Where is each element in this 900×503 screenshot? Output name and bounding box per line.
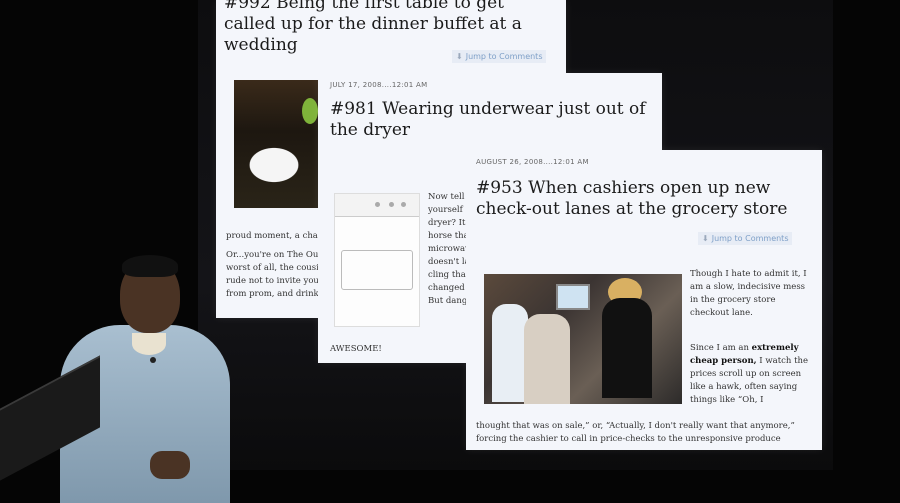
slide-title: #953 When cashiers open up new check-out…	[476, 178, 788, 219]
jump-to-comments-link[interactable]: ⬇ Jump to Comments	[698, 232, 793, 245]
text-line: changed	[428, 283, 465, 293]
jump-to-comments-link[interactable]: ⬇ Jump to Comments	[452, 50, 547, 63]
down-arrow-icon: ⬇	[702, 234, 709, 243]
down-arrow-icon: ⬇	[456, 52, 463, 61]
grocery-checkout-photo	[484, 274, 682, 404]
knob	[389, 202, 394, 207]
washer-door	[341, 250, 413, 290]
jump-label: Jump to Comments	[711, 234, 789, 243]
text-line: cling tha	[428, 270, 466, 280]
text-span: Since I am an	[690, 343, 752, 353]
dinner-table-photo	[234, 80, 320, 208]
lapel-mic-icon	[150, 357, 156, 363]
slide-text: Now tell yourself dryer? It horse tha mi…	[428, 191, 470, 308]
post-date: AUGUST 26, 2008....12:01 AM	[476, 158, 589, 166]
text-line: yourself	[428, 205, 463, 215]
slide-text: proud moment, a chan Or...you're on The …	[226, 230, 325, 301]
customer-figure	[492, 304, 528, 402]
customer-figure	[524, 314, 570, 404]
presenter-hand	[150, 451, 190, 479]
text-line: Or...you're on The Ou	[226, 250, 319, 260]
slide-paragraph: Since I am an extremely cheap person, I …	[690, 342, 812, 407]
text-line: rude not to invite you,	[226, 276, 322, 286]
presenter-undershirt	[132, 333, 166, 355]
text-line: doesn't la	[428, 257, 470, 267]
text-line: horse tha	[428, 231, 469, 241]
knob	[375, 202, 380, 207]
register-monitor	[556, 284, 590, 310]
text-line: from prom, and drink t	[226, 289, 325, 299]
text-line: microwav	[428, 244, 470, 254]
post-date: JULY 17, 2008....12:01 AM	[330, 81, 428, 89]
cashier-figure	[602, 298, 652, 398]
jump-label: Jump to Comments	[465, 52, 543, 61]
text-line: Now tell	[428, 192, 465, 202]
knob	[401, 202, 406, 207]
slide-title: #992 Being the first table to get called…	[224, 0, 522, 55]
centerpiece-plant	[302, 98, 318, 124]
washing-machine-image	[334, 193, 420, 327]
slide-footer: AWESOME!	[330, 344, 382, 354]
text-line: proud moment, a chan	[226, 231, 324, 241]
presenter-hair	[122, 255, 178, 277]
text-line: dryer? It	[428, 218, 466, 228]
slide-title: #981 Wearing underwear just out of the d…	[330, 99, 646, 140]
slide-953: AUGUST 26, 2008....12:01 AM #953 When ca…	[466, 150, 822, 450]
text-line: But dang,	[428, 296, 470, 306]
slide-paragraph: Though I hate to admit it, I am a slow, …	[690, 269, 807, 318]
washer-control-panel	[335, 194, 419, 217]
text-line: worst of all, the cousi	[226, 263, 319, 273]
slide-paragraph: thought that was on sale,” or, “Actually…	[476, 421, 795, 444]
